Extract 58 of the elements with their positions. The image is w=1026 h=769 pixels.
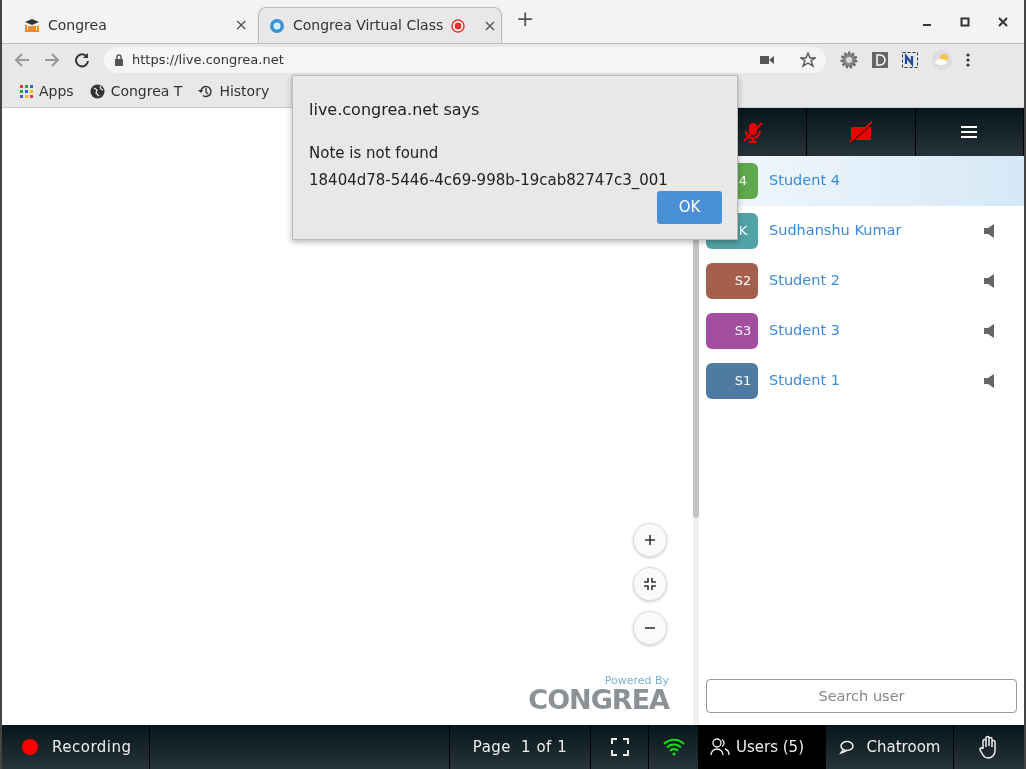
- camera-icon[interactable]: [760, 55, 774, 65]
- collapse-arrows-icon: [644, 578, 656, 590]
- history-icon: [198, 84, 214, 99]
- dialog-title: live.congrea.net says: [309, 99, 481, 121]
- speaker-icon[interactable]: [984, 374, 994, 388]
- camera-off-icon[interactable]: [849, 121, 873, 143]
- user-list-item[interactable]: S1 Student 1: [699, 356, 1024, 406]
- close-tab-button[interactable]: ×: [234, 13, 248, 37]
- letter-tile-icon[interactable]: [872, 52, 888, 68]
- close-tab-button[interactable]: ×: [483, 13, 497, 38]
- user-avatar: S3: [706, 313, 758, 349]
- page-count: 1 of 1: [521, 736, 568, 758]
- more-menu-icon[interactable]: [966, 53, 970, 67]
- maximize-icon[interactable]: [960, 16, 970, 27]
- browser-tab[interactable]: Congrea ×: [14, 7, 258, 43]
- apps-grid-icon: [20, 85, 33, 98]
- user-list-item[interactable]: S2 Student 2: [699, 256, 1024, 306]
- gear-icon[interactable]: [840, 51, 858, 69]
- close-icon[interactable]: [998, 16, 1008, 27]
- bookmark-link[interactable]: Apps: [39, 81, 74, 102]
- zoom-in-button[interactable]: [633, 523, 667, 557]
- powered-by-text: Powered By: [604, 675, 669, 686]
- note-extension-icon[interactable]: [902, 52, 918, 68]
- dialog-message: 18404d78-5446-4c69-998b-19cab82747c3_001: [309, 169, 669, 191]
- url-text[interactable]: https://live.congrea.net: [132, 50, 284, 70]
- users-icon: [710, 738, 730, 756]
- globe-icon: [89, 84, 105, 99]
- user-avatar: S1: [706, 363, 758, 399]
- dialog-message: Note is not found: [309, 143, 440, 164]
- plus-icon: [644, 534, 656, 546]
- fullscreen-icon[interactable]: [610, 738, 629, 756]
- users-tab[interactable]: Users (5): [699, 725, 826, 769]
- browser-tab[interactable]: Congrea Virtual Class ×: [258, 7, 502, 43]
- star-icon[interactable]: [800, 52, 816, 68]
- wifi-signal-icon: [662, 738, 685, 756]
- fit-screen-button[interactable]: [633, 567, 667, 601]
- graduation-cap-icon: [24, 18, 40, 32]
- bookmark-link[interactable]: Congrea T: [110, 81, 183, 102]
- chat-bubbles-icon: [838, 739, 857, 755]
- bookmark-link[interactable]: History: [219, 81, 270, 102]
- chatroom-tab[interactable]: Chatroom: [826, 725, 954, 769]
- speaker-icon[interactable]: [984, 324, 994, 338]
- menu-icon[interactable]: [961, 125, 978, 139]
- recording-dot-icon: [22, 739, 38, 755]
- brand-logo: CONGREA: [528, 686, 669, 713]
- speaker-icon[interactable]: [984, 274, 994, 288]
- muted-microphone-icon[interactable]: [741, 121, 764, 143]
- search-field[interactable]: Search user: [706, 679, 1017, 713]
- page-label: Page: [472, 736, 512, 758]
- user-list-item[interactable]: S3 Student 3: [699, 306, 1024, 356]
- lock-icon: [114, 54, 124, 66]
- speaker-icon[interactable]: [984, 224, 994, 238]
- raise-hand-icon[interactable]: [979, 735, 999, 759]
- reload-icon[interactable]: [74, 52, 90, 68]
- new-tab-button[interactable]: +: [516, 2, 535, 35]
- user-avatar: S2: [706, 263, 758, 299]
- swirl-icon: [269, 17, 285, 34]
- recording-label: Recording: [52, 736, 132, 758]
